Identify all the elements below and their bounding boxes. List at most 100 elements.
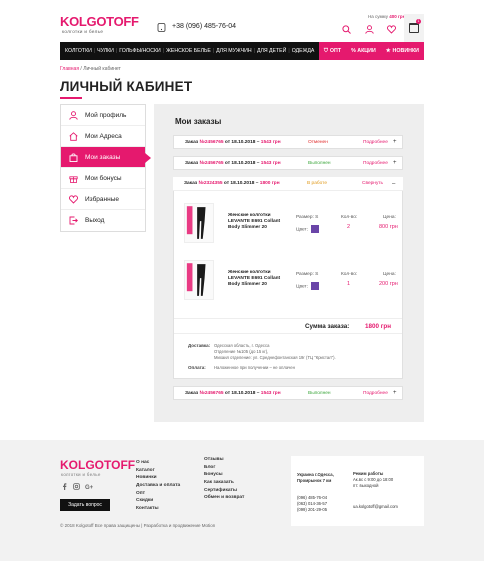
order-row[interactable]: Заказ №2456765 от 18.10.2018 – 1543 грн … <box>173 135 403 149</box>
ask-question-button[interactable]: Задать вопрос <box>60 499 110 511</box>
footer-link-bonuses[interactable]: Бонусы <box>204 471 244 479</box>
product-price: 800 грн <box>379 224 398 230</box>
footer-hours: Режим работы Ак.вс с 9:00 до 18:00 пт: в… <box>353 471 394 489</box>
nav-new-label: НОВИНКИ <box>392 48 419 54</box>
nav-item-stockings[interactable]: ЧУЛКИ <box>95 48 116 54</box>
footer-link-how-to-order[interactable]: Как заказать <box>204 479 244 487</box>
footer-link-certificates[interactable]: Сертификаты <box>204 487 244 495</box>
order-collapse-link[interactable]: Свернуть <box>362 181 383 186</box>
sidebar-item-label: Выход <box>85 217 105 224</box>
order-details-link[interactable]: Подробнее <box>363 140 388 145</box>
footer-link-contacts[interactable]: Контакты <box>136 505 180 513</box>
order-label: Заказ №2456765 от 18.10.2018 – 1543 грн <box>185 160 281 166</box>
footer-link-new[interactable]: Новинки <box>136 474 180 482</box>
sidebar-item-label: Избранные <box>85 195 119 203</box>
product-price-label: Цена: <box>383 272 396 277</box>
order-row[interactable]: Заказ №2456765 от 18.10.2018 – 1543 грн … <box>173 386 403 400</box>
nav-item-sale[interactable]: % АКЦИИ <box>346 42 381 60</box>
user-icon <box>69 110 78 120</box>
nav-item-men[interactable]: ДЛЯ МУЖЧИН <box>214 48 253 54</box>
delivery-info: Одесская область, г. Одесса Отделение №1… <box>214 343 336 361</box>
product-name[interactable]: Женские колготки LEVANTE E691 Collant Bo… <box>228 213 290 232</box>
order-label: Заказ №2324355 от 18.10.2018 – 1800 грн <box>184 181 280 186</box>
main-nav: КОЛГОТКИ | ЧУЛКИ | ГОЛЬФЫ/НОСКИ | ЖЕНСКОЕ Б… <box>60 42 424 60</box>
account-sidebar: Мой профиль Мои Адреса Мои заказы Мои бо… <box>60 104 151 232</box>
footer-link-delivery[interactable]: Доставка и оплата <box>136 482 180 490</box>
footer-link-reviews[interactable]: Отзывы <box>204 456 244 464</box>
phone-icon <box>157 23 166 32</box>
user-icon[interactable] <box>365 25 374 34</box>
footer-link-about[interactable]: О нас <box>136 459 180 467</box>
orders-title: Мои заказы <box>175 117 222 126</box>
bag-icon <box>69 152 78 162</box>
nav-item-kids[interactable]: ДЛЯ ДЕТЕЙ <box>255 48 288 54</box>
gift-icon <box>69 175 78 183</box>
order-status: В работе <box>307 181 327 186</box>
footer-link-wholesale[interactable]: Опт <box>136 490 180 498</box>
order-status: Выполнен <box>308 390 331 396</box>
collapse-icon[interactable]: – <box>392 181 395 187</box>
color-swatch <box>311 225 320 233</box>
order-details-link[interactable]: Подробнее <box>363 391 388 396</box>
order-status: Отменен <box>308 139 328 145</box>
footer-phone[interactable]: (099) 201-29-05 <box>297 507 327 513</box>
cart-button[interactable]: 1 <box>404 14 424 42</box>
footer-contacts: Украина г.Одесса, Промрынок 7 км Режим р… <box>291 456 424 526</box>
sidebar-item-label: Мои бонусы <box>85 174 122 182</box>
sidebar-item-profile[interactable]: Мой профиль <box>61 105 145 126</box>
color-swatch <box>311 282 320 290</box>
breadcrumb-current: Личный кабинет <box>83 66 121 72</box>
order-product: Женские колготки LEVANTE E691 Collant Bo… <box>184 260 404 318</box>
payment-info: Наложенное при получении – не оплачен <box>214 365 295 370</box>
nav-item-socks[interactable]: ГОЛЬФЫ/НОСКИ <box>117 48 163 54</box>
footer-link-discounts[interactable]: Скидки <box>136 497 180 505</box>
footer-logo[interactable]: KOLGOTOFF <box>60 458 135 472</box>
footer-email[interactable]: ua.kolgotoff@gmail.com <box>353 504 398 510</box>
svg-text:G+: G+ <box>85 485 94 490</box>
footer-link-catalog[interactable]: Каталог <box>136 467 180 475</box>
sidebar-item-logout[interactable]: Выход <box>61 210 145 231</box>
sidebar-item-label: Мой профиль <box>85 111 127 119</box>
expand-icon[interactable]: + <box>393 160 397 166</box>
google-plus-icon[interactable]: G+ <box>85 483 94 490</box>
nav-item-new[interactable]: ★ НОВИНКИ <box>380 42 424 60</box>
payment-label: Оплата: <box>188 365 206 370</box>
search-icon[interactable] <box>342 25 351 34</box>
sidebar-item-orders[interactable]: Мои заказы <box>61 147 151 168</box>
product-qty: 2 <box>347 224 351 230</box>
sidebar-item-favorites[interactable]: Избранные <box>61 189 145 210</box>
cart-sum-label: На сумму <box>368 14 388 19</box>
product-image[interactable] <box>184 260 214 300</box>
expand-icon[interactable]: + <box>393 139 397 145</box>
sidebar-item-bonuses[interactable]: Мои бонусы <box>61 168 145 189</box>
breadcrumb-home[interactable]: Главная <box>60 66 79 72</box>
instagram-icon[interactable] <box>73 483 80 490</box>
footer-link-returns[interactable]: Обмен и возврат <box>204 494 244 502</box>
nav-item-tights[interactable]: КОЛГОТКИ <box>63 48 94 54</box>
expand-icon[interactable]: + <box>393 390 397 396</box>
nav-item-clothes[interactable]: ОДЕЖДА <box>290 48 317 54</box>
footer-logo-subtitle: колготки и белье <box>61 472 101 477</box>
heart-icon <box>69 194 78 204</box>
nav-item-wholesale[interactable]: ⛉ ОПТ <box>318 42 347 60</box>
nav-item-lingerie[interactable]: ЖЕНСКОЕ БЕЛЬЕ <box>164 48 213 54</box>
facebook-icon[interactable] <box>61 483 68 490</box>
product-color: Цвет: <box>296 282 320 290</box>
sidebar-item-addresses[interactable]: Мои Адреса <box>61 126 145 147</box>
order-detail-expanded: Заказ №2324355 от 18.10.2018 – 1800 грн … <box>173 177 403 379</box>
footer-address: Украина г.Одесса, Промрынок 7 км <box>297 472 334 484</box>
logo[interactable]: KOLGOTOFF <box>60 14 139 29</box>
order-row[interactable]: Заказ №2324355 от 18.10.2018 – 1800 грн … <box>173 177 403 191</box>
order-total-label: Сумма заказа: <box>305 323 350 330</box>
product-name[interactable]: Женские колготки LEVANTE E691 Collant Bo… <box>228 270 290 289</box>
copyright: © 2018 Kolgotoff Все права защищены | Ра… <box>60 523 216 528</box>
order-status: Выполнен <box>308 160 331 166</box>
order-row[interactable]: Заказ №2456765 от 18.10.2018 – 1543 грн … <box>173 156 403 170</box>
footer-link-blog[interactable]: Блог <box>204 464 244 472</box>
product-price-label: Цена: <box>383 215 396 220</box>
product-image[interactable] <box>184 203 214 243</box>
header-phone[interactable]: +38 (096) 485-76-04 <box>172 23 236 30</box>
cart-sum: 400 грн <box>389 14 406 19</box>
heart-icon[interactable] <box>387 25 396 34</box>
order-details-link[interactable]: Подробнее <box>363 161 388 166</box>
